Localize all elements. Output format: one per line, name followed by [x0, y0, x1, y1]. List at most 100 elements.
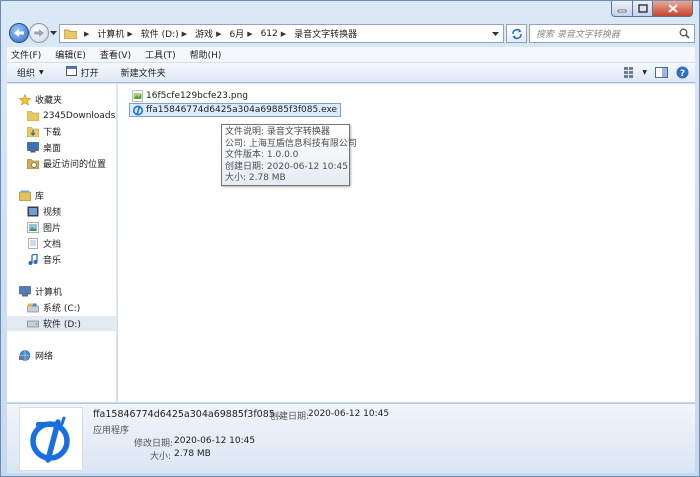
desktop-icon — [27, 142, 39, 154]
file-name: 16f5cfe129bcfe23.png — [146, 91, 248, 101]
breadcrumb-label: 计算机 — [97, 30, 125, 40]
breadcrumb-item[interactable]: 6月 ▶ — [229, 27, 257, 41]
chevron-down-icon: ▼ — [39, 69, 44, 76]
nav-item-documents[interactable]: 文档 — [7, 236, 117, 251]
menu-bar: 文件(F) 编辑(E) 查看(V) 工具(T) 帮助(H) — [7, 47, 695, 63]
open-button[interactable]: 打开 — [65, 66, 99, 79]
nav-label: 图片 — [43, 224, 62, 234]
address-bar[interactable]: ▶ 计算机 ▶ 软件 (D:) ▶ 游戏 ▶ 6月 ▶ 612 ▶ 录音文字转换器 — [59, 24, 504, 43]
search-icon — [679, 28, 690, 42]
view-grid-icon — [624, 67, 634, 78]
new-folder-button[interactable]: 新建文件夹 — [121, 66, 166, 79]
open-label: 打开 — [80, 69, 99, 79]
search-input[interactable]: 搜索 录音文字转换器 — [529, 24, 695, 43]
preview-pane-icon — [655, 67, 668, 78]
file-item[interactable]: 16f5cfe129bcfe23.png — [129, 89, 251, 103]
maximize-button[interactable] — [633, 1, 653, 17]
nav-label: 下载 — [43, 128, 62, 138]
help-icon: ? — [676, 66, 689, 79]
menu-tools[interactable]: 工具(T) — [145, 48, 176, 61]
nav-libraries[interactable]: 库 — [7, 188, 117, 203]
nav-label: 系统 (C:) — [43, 304, 81, 314]
breadcrumb-label: 游戏 — [195, 30, 214, 40]
computer-icon — [19, 286, 31, 298]
refresh-icon — [511, 28, 522, 39]
menu-edit[interactable]: 编辑(E) — [55, 48, 86, 61]
view-controls: ▼ ? — [616, 66, 689, 79]
nav-label: 视频 — [43, 208, 62, 218]
nav-favorites[interactable]: 收藏夹 — [7, 92, 117, 107]
nav-computer[interactable]: 计算机 — [7, 284, 117, 299]
detail-created-value: 2020-06-12 10:45 — [308, 409, 390, 419]
folder-icon — [64, 28, 77, 39]
nav-label: 库 — [35, 192, 45, 202]
network-icon — [19, 350, 31, 362]
detail-file-name: ffa15846774d6425a304a69885f3f085... — [93, 409, 284, 420]
app-file-icon — [133, 105, 143, 116]
refresh-button[interactable] — [506, 24, 527, 43]
navigation-pane: 收藏夹 2345Downloads 下载 桌面 最近访问的位置 库 视频 图片 … — [7, 84, 117, 402]
breadcrumb-item[interactable]: 612 ▶ — [261, 29, 292, 39]
minimize-icon — [617, 9, 627, 12]
back-button[interactable] — [9, 23, 29, 43]
help-button[interactable]: ? — [676, 66, 689, 79]
drive-icon — [27, 318, 39, 330]
menu-help[interactable]: 帮助(H) — [190, 48, 222, 61]
tooltip-company: 公司: 上海互盾信息科技有限公司 — [225, 138, 357, 149]
menu-view[interactable]: 查看(V) — [100, 48, 131, 61]
nav-label: 音乐 — [43, 256, 62, 266]
nav-item-videos[interactable]: 视频 — [7, 204, 117, 219]
breadcrumb-label: 软件 (D:) — [140, 30, 179, 40]
breadcrumb-item[interactable]: 录音文字转换器 — [294, 27, 357, 40]
breadcrumb-label: 录音文字转换器 — [294, 30, 358, 40]
preview-pane-button[interactable] — [655, 67, 668, 78]
breadcrumb-item[interactable]: 软件 (D:) ▶ — [140, 27, 192, 41]
file-info-tooltip: 文件说明: 录音文字转换器 公司: 上海互盾信息科技有限公司 文件版本: 1.0… — [221, 124, 357, 186]
nav-label: 2345Downloads — [43, 110, 116, 121]
nav-item-2345downloads[interactable]: 2345Downloads — [7, 108, 117, 123]
organize-button[interactable]: 组织 ▼ — [17, 66, 44, 79]
breadcrumb-root-arrow[interactable]: ▶ — [81, 30, 94, 38]
tooltip-size: 大小: 2.78 MB — [225, 173, 286, 183]
details-pane: ffa15846774d6425a304a69885f3f085... 创建日期… — [7, 403, 695, 473]
change-view-button[interactable]: ▼ — [624, 67, 647, 78]
nav-item-pictures[interactable]: 图片 — [7, 220, 117, 235]
app-logo-icon — [30, 416, 70, 463]
nav-label: 桌面 — [43, 144, 62, 154]
open-app-icon — [65, 66, 77, 79]
detail-modified-label: 修改日期: — [134, 439, 174, 449]
nav-item-desktop[interactable]: 桌面 — [7, 140, 117, 155]
maximize-icon — [637, 4, 648, 13]
menu-file[interactable]: 文件(F) — [11, 48, 41, 61]
detail-file-type: 应用程序 — [93, 426, 130, 436]
caption-buttons — [611, 1, 693, 17]
detail-modified-value: 2020-06-12 10:45 — [174, 436, 256, 446]
detail-size-value: 2.78 MB — [174, 449, 211, 459]
nav-item-recent-places[interactable]: 最近访问的位置 — [7, 156, 117, 171]
recent-pages-dropdown[interactable] — [50, 29, 57, 39]
arrow-left-icon — [14, 29, 24, 37]
breadcrumb-item[interactable]: 游戏 ▶ — [195, 27, 226, 41]
forward-button[interactable] — [29, 23, 49, 43]
picture-icon — [27, 222, 39, 234]
breadcrumb-item[interactable]: 计算机 ▶ — [97, 27, 137, 41]
nav-item-drive-d[interactable]: 软件 (D:) — [7, 316, 117, 331]
chevron-down-icon — [50, 31, 57, 35]
file-item-selected[interactable]: ffa15846774d6425a304a69885f3f085.exe — [129, 103, 342, 117]
address-history-dropdown[interactable] — [492, 30, 499, 40]
app-thumbnail — [19, 407, 83, 471]
nav-item-downloads[interactable]: 下载 — [7, 124, 117, 139]
close-button[interactable] — [653, 1, 693, 17]
nav-network[interactable]: 网络 — [7, 348, 117, 363]
nav-item-drive-c[interactable]: 系统 (C:) — [7, 300, 117, 315]
nav-item-music[interactable]: 音乐 — [7, 252, 117, 267]
library-icon — [19, 190, 31, 202]
file-list: 16f5cfe129bcfe23.png ffa15846774d6425a30… — [118, 84, 695, 402]
svg-text:?: ? — [680, 69, 685, 79]
explorer-window: ▶ 计算机 ▶ 软件 (D:) ▶ 游戏 ▶ 6月 ▶ 612 ▶ 录音文字转换器 搜索 … — [0, 0, 700, 477]
minimize-button[interactable] — [611, 1, 633, 17]
command-bar: 组织 ▼ 打开 新建文件夹 ▼ ? — [7, 63, 695, 83]
chevron-down-icon — [492, 32, 499, 36]
music-note-icon — [27, 254, 39, 266]
file-name: ffa15846774d6425a304a69885f3f085.exe — [146, 105, 338, 115]
